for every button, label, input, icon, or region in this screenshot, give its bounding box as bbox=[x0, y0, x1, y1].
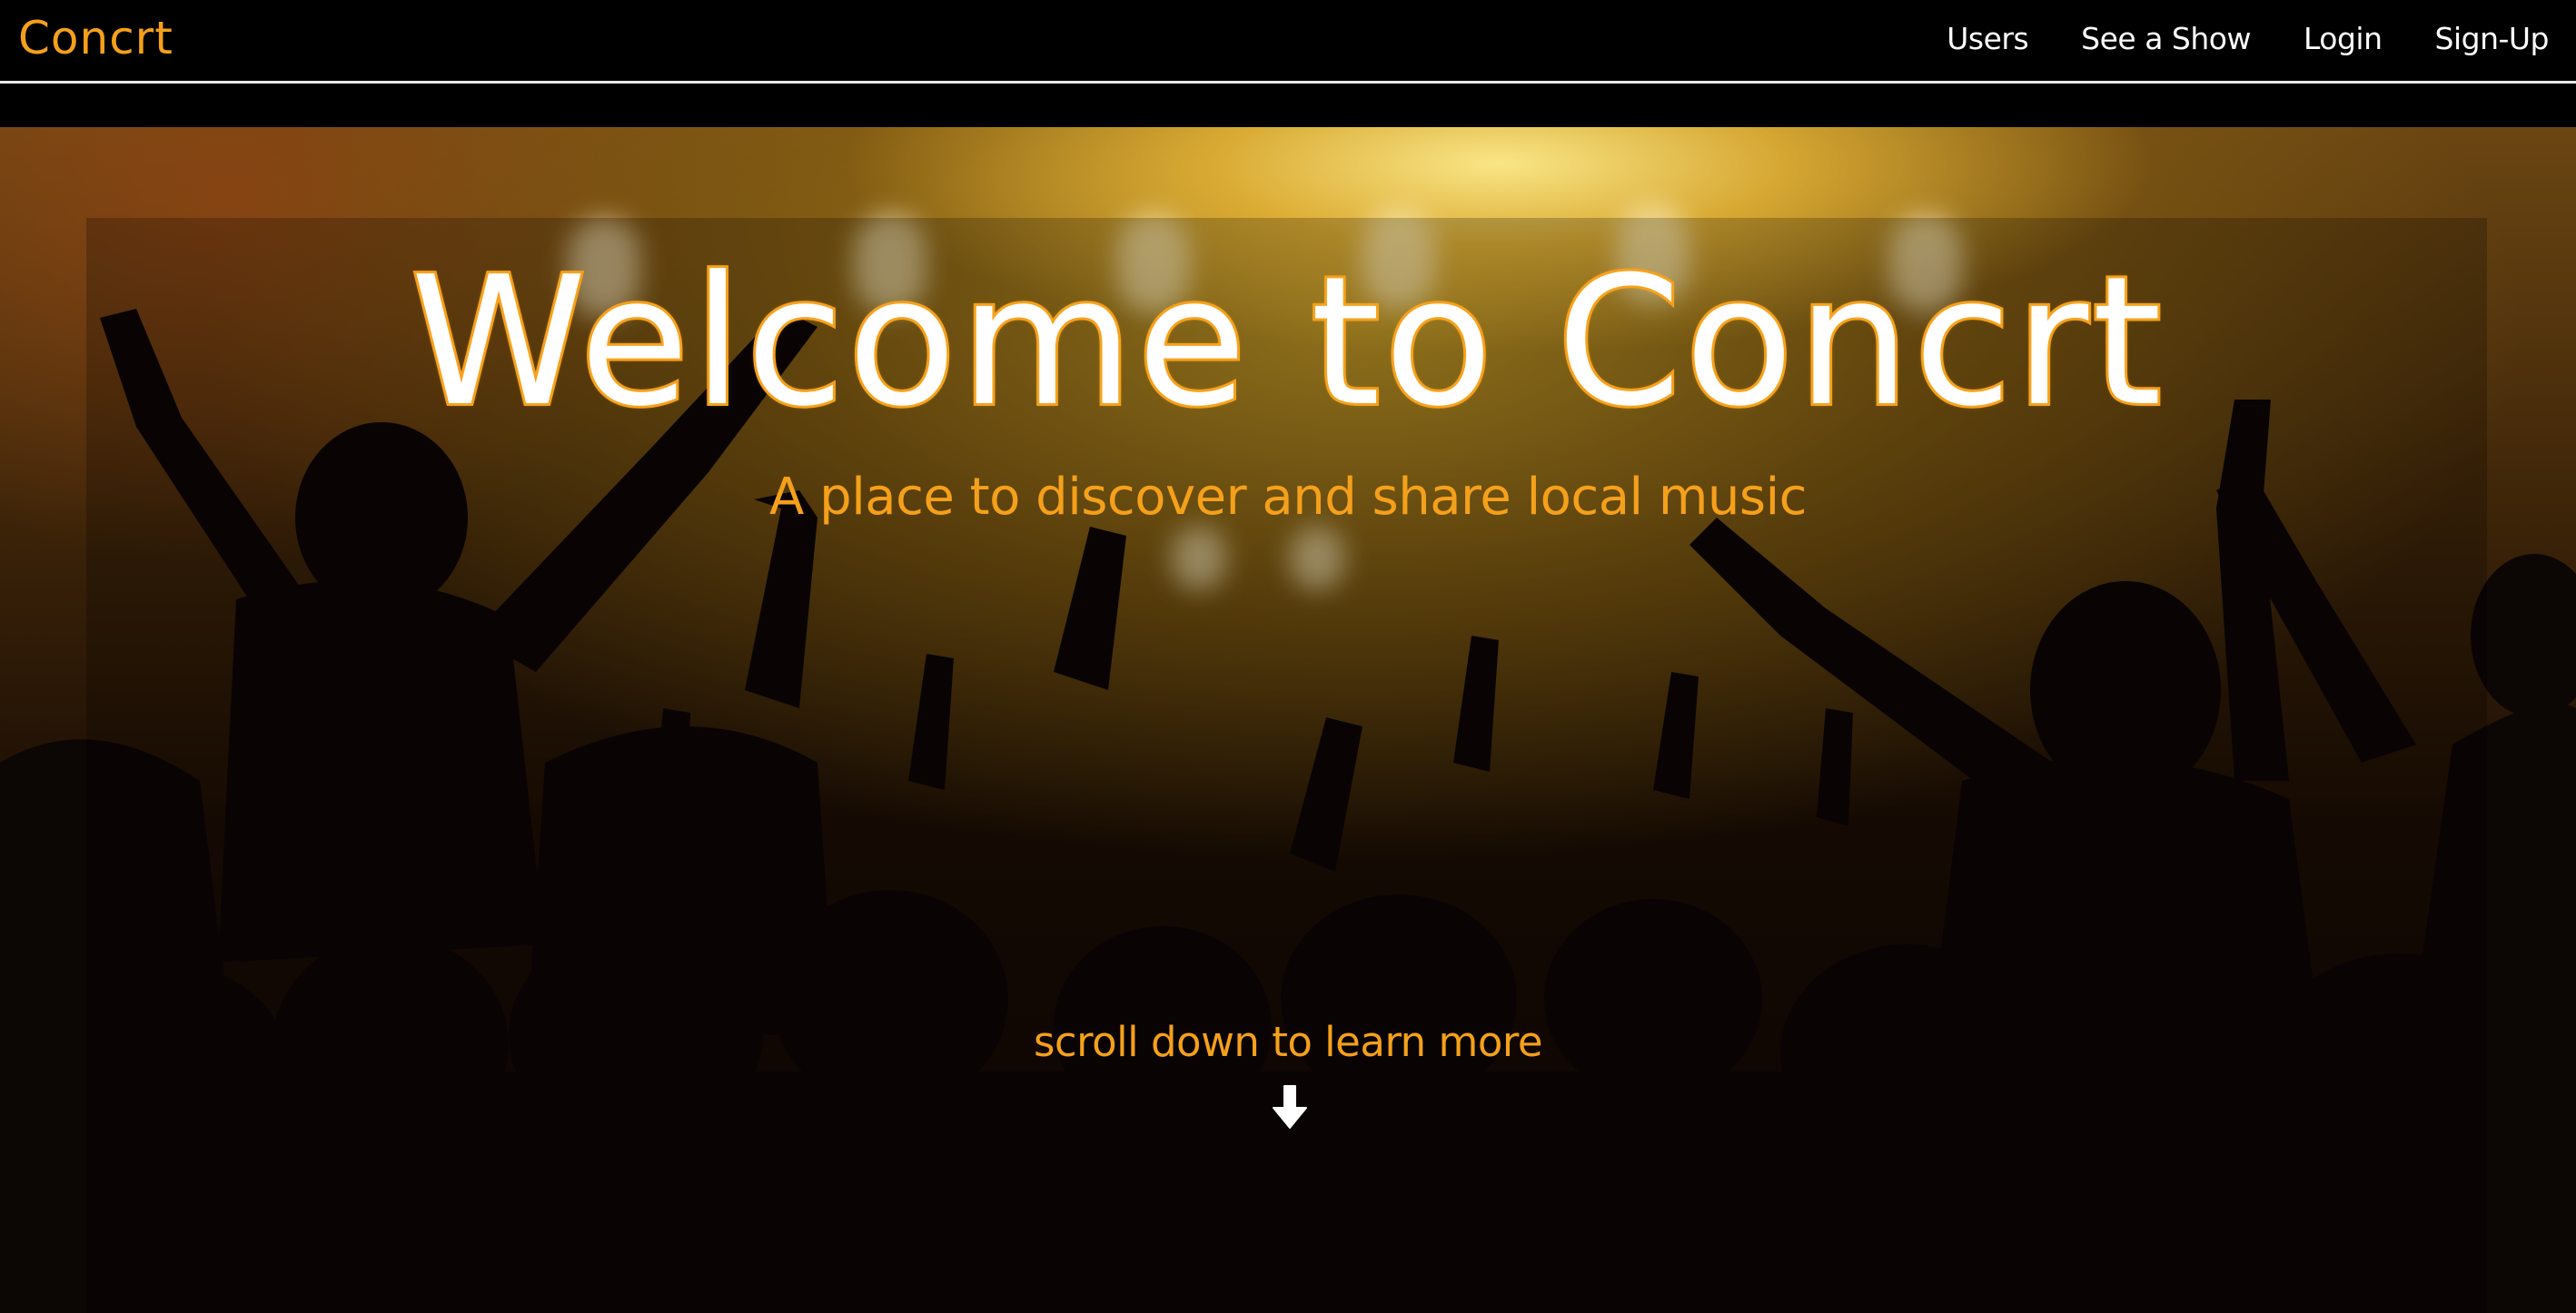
nav-links: Users See a Show Login Sign-Up bbox=[1947, 18, 2549, 60]
scroll-down-link[interactable]: scroll down to learn more bbox=[0, 1015, 2576, 1070]
arrow-down-icon[interactable] bbox=[1264, 1082, 1315, 1133]
nav-link-users[interactable]: Users bbox=[1947, 18, 2028, 60]
nav-link-see-a-show[interactable]: See a Show bbox=[2081, 18, 2251, 60]
brand-logo-link[interactable]: Concrt bbox=[18, 9, 173, 67]
nav-link-login[interactable]: Login bbox=[2304, 18, 2383, 60]
hero-title: Welcome to Concrt bbox=[408, 236, 2166, 449]
hero-subtitle: A place to discover and share local musi… bbox=[769, 468, 1807, 527]
nav-link-sign-up[interactable]: Sign-Up bbox=[2435, 18, 2550, 60]
navbar-spacer bbox=[0, 84, 2576, 127]
top-navbar: Concrt Users See a Show Login Sign-Up bbox=[0, 0, 2576, 84]
